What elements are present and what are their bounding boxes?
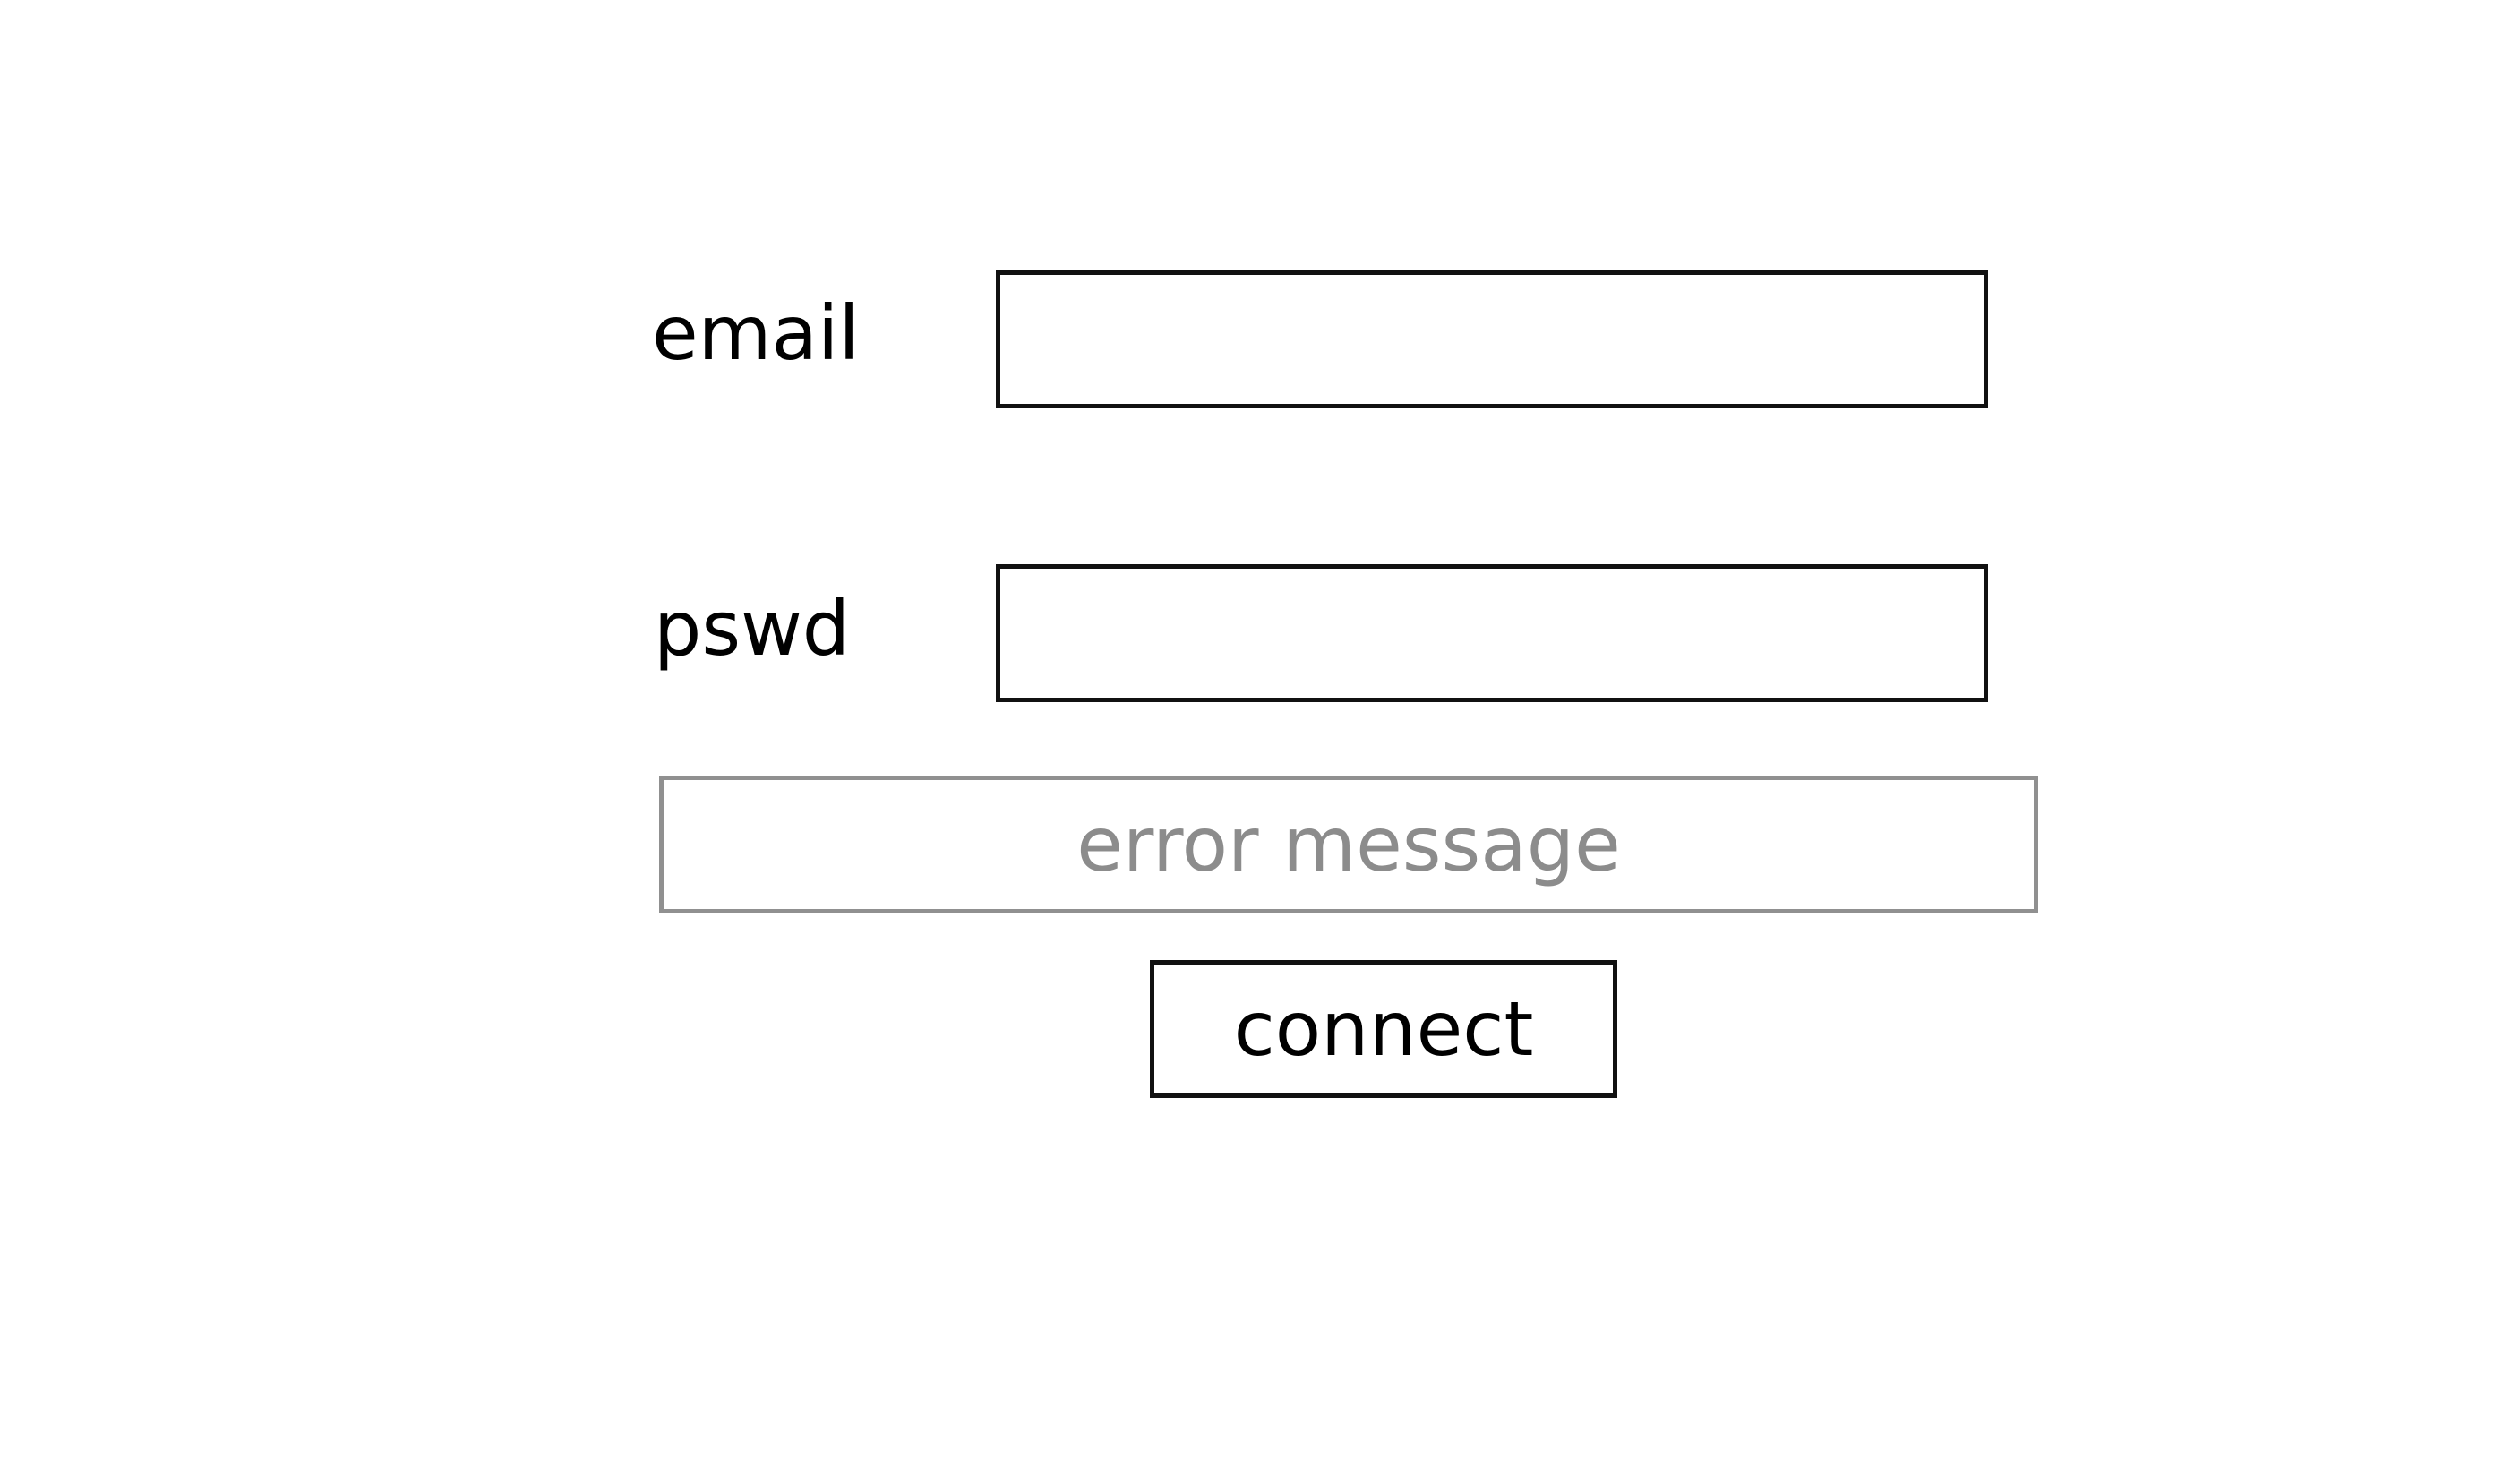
password-label: pswd [654, 585, 851, 673]
connect-button-label: connect [1233, 985, 1534, 1073]
error-message: error message [1076, 801, 1621, 888]
error-message-box: error message [659, 776, 2038, 913]
email-field[interactable] [996, 270, 1988, 408]
email-label: email [652, 289, 860, 377]
password-field[interactable] [996, 564, 1988, 702]
connect-button[interactable]: connect [1150, 960, 1617, 1098]
